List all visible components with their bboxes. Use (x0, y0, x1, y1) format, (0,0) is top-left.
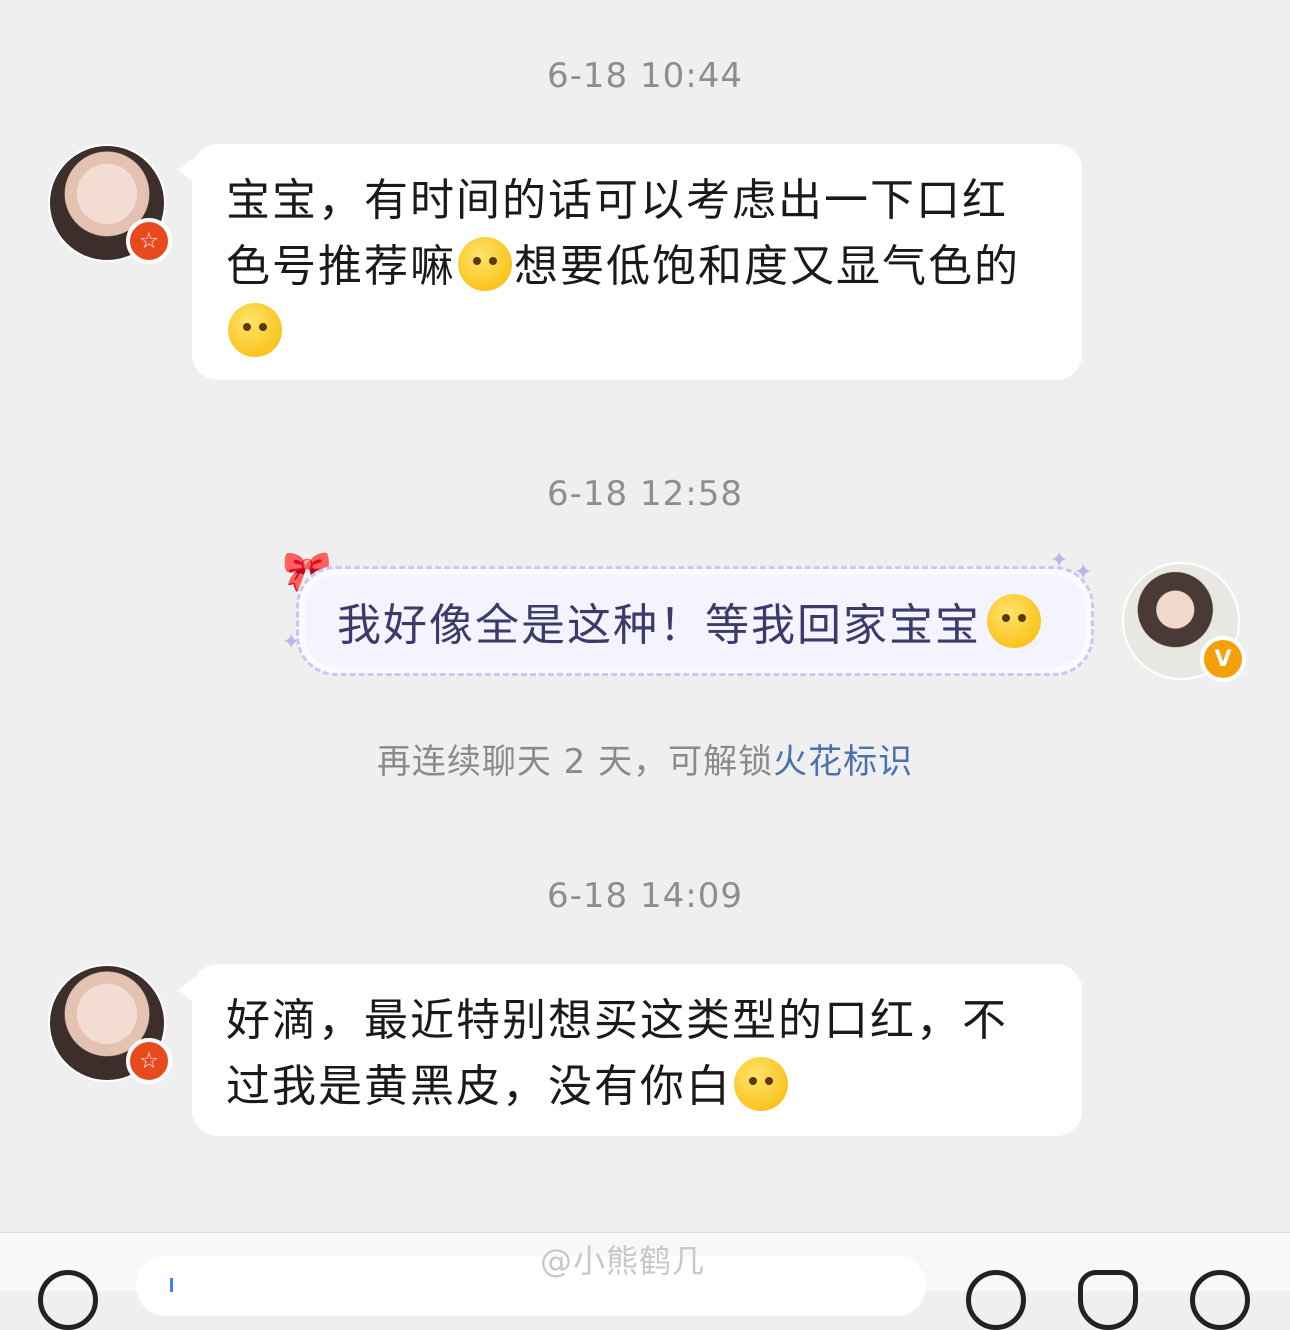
bubble-tail (178, 158, 194, 182)
spark-badge-link[interactable]: 火花标识 (773, 742, 913, 782)
voice-icon[interactable] (38, 1270, 98, 1330)
timestamp: 6-18 14:09 (547, 876, 743, 916)
happy-blush-emoji-icon (734, 1057, 788, 1111)
emoji-icon[interactable] (966, 1270, 1026, 1330)
bubble-tail (178, 978, 194, 1002)
timestamp: 6-18 12:58 (547, 474, 743, 514)
verified-v-badge-icon: V (1200, 636, 1246, 682)
message-text-segment: 过我是黄黑皮，没有你白 (226, 1061, 732, 1112)
sticker-icon[interactable] (1078, 1270, 1138, 1330)
message-text-line: 色号推荐嘛 想要低饱和度又显气色的 (226, 234, 1048, 300)
message-text-line: 过我是黄黑皮，没有你白 (226, 1054, 1048, 1120)
message-input[interactable] (136, 1256, 926, 1316)
message-text-segment: 色号推荐嘛 (226, 241, 456, 292)
message-text-line: 好滴，最近特别想买这类型的口红，不 (226, 995, 1008, 1046)
message-text-line: 宝宝，有时间的话可以考虑出一下口红 (226, 175, 1008, 226)
streak-hint-text: 再连续聊天 2 天，可解锁 (376, 742, 774, 782)
timestamp: 6-18 10:44 (547, 56, 743, 96)
happy-blush-emoji-icon (228, 303, 282, 357)
star-badge-icon: ☆ (126, 218, 172, 264)
message-text: 我好像全是这种！等我回家宝宝 (337, 600, 981, 651)
incoming-message-bubble[interactable]: 好滴，最近特别想买这类型的口红，不 过我是黄黑皮，没有你白 (178, 964, 1082, 1136)
star-badge-icon: ☆ (126, 1038, 172, 1084)
incoming-message-bubble[interactable]: 宝宝，有时间的话可以考虑出一下口红 色号推荐嘛 想要低饱和度又显气色的 (178, 144, 1082, 380)
add-icon[interactable] (1190, 1270, 1250, 1330)
message-text-line (226, 300, 1048, 366)
message-text-segment: 想要低饱和度又显气色的 (514, 241, 1020, 292)
streak-hint: 再连续聊天 2 天，可解锁火花标识 (0, 734, 1290, 783)
watermark: @小熊鹤几 (540, 1242, 706, 1280)
hug-emoji-icon (987, 594, 1041, 648)
outgoing-message-bubble[interactable]: 我好像全是这种！等我回家宝宝 (296, 566, 1094, 676)
kiss-emoji-icon (458, 237, 512, 291)
